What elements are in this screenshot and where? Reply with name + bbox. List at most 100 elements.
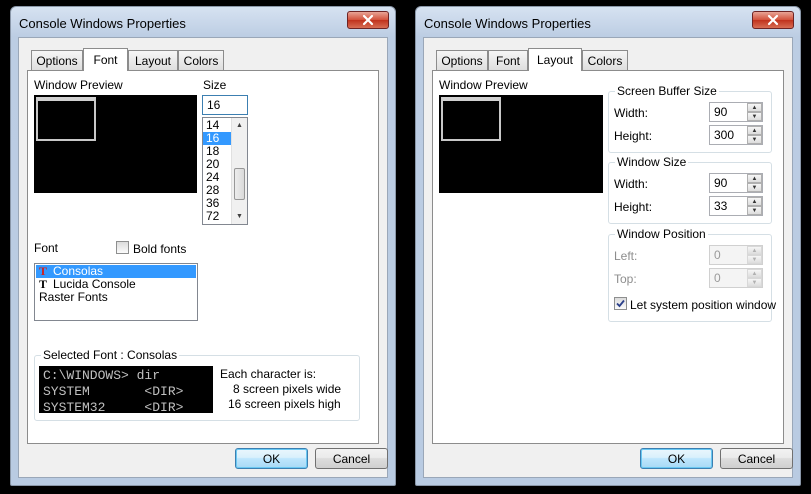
preview-line: SYSTEM32 <DIR> (43, 400, 184, 413)
spinner-value: 0 (714, 248, 721, 262)
close-button[interactable] (752, 11, 794, 29)
selected-font-group: Selected Font : Consolas C:\WINDOWS> dir… (34, 348, 360, 421)
tab-label: Colors (183, 53, 219, 68)
window-size-label: Window Size (615, 155, 689, 169)
cancel-button[interactable]: Cancel (315, 448, 388, 469)
spin-up-icon[interactable]: ▲ (747, 103, 762, 112)
size-input[interactable]: 16 (202, 95, 248, 115)
tab-options[interactable]: Options (31, 50, 83, 70)
buffer-height-label: Height: (614, 129, 653, 143)
close-icon (767, 14, 779, 26)
spin-up-icon[interactable]: ▲ (747, 246, 762, 255)
size-input-value: 16 (207, 98, 221, 112)
tab-font[interactable]: Font (488, 50, 528, 70)
font-preview: C:\WINDOWS> dir SYSTEM <DIR> SYSTEM32 <DIR… (39, 366, 213, 413)
window-size-group: Window Size Width: 90 ▲ ▼ Height: 33 ▲ ▼ (608, 155, 772, 224)
window-preview-thumbnail (36, 97, 96, 141)
spin-up-icon[interactable]: ▲ (747, 197, 762, 206)
font-properties-dialog: Console Windows Properties Options Font … (10, 6, 396, 486)
cancel-button[interactable]: Cancel (720, 448, 793, 469)
size-label: Size (203, 78, 227, 92)
dialog-client: Options Font Layout Colors Window Previe… (423, 37, 793, 478)
position-left-label: Left: (614, 249, 638, 263)
tab-label: Options (441, 53, 483, 68)
size-height-label: Height: (614, 200, 653, 214)
buffer-width-label: Width: (614, 106, 649, 120)
layout-tab-panel: Window Preview Screen Buffer Size Width:… (432, 70, 784, 444)
size-listbox[interactable]: 14 16 18 20 24 28 36 72 ▲ ▼ (202, 117, 248, 225)
spin-down-icon[interactable]: ▼ (747, 112, 762, 121)
tab-layout[interactable]: Layout (528, 48, 582, 71)
spin-up-icon[interactable]: ▲ (747, 174, 762, 183)
bold-fonts-label: Bold fonts (133, 242, 187, 256)
window-title: Console Windows Properties (19, 16, 186, 31)
spin-up-icon[interactable]: ▲ (747, 126, 762, 135)
window-preview (34, 95, 197, 193)
font-listbox[interactable]: T Consolas T Lucida Console Raster Fonts (34, 263, 198, 321)
ok-button[interactable]: OK (235, 448, 308, 469)
title-bar[interactable]: Console Windows Properties (11, 7, 395, 37)
size-scrollbar[interactable]: ▲ ▼ (231, 118, 247, 224)
font-tab-panel: Window Preview Size 16 14 16 18 20 24 28… (27, 70, 379, 444)
position-left-spinner[interactable]: 0 ▲ ▼ (709, 245, 763, 265)
buffer-height-spinner[interactable]: 300 ▲ ▼ (709, 125, 763, 145)
bold-fonts-checkbox[interactable] (116, 241, 129, 254)
let-system-position-checkbox[interactable] (614, 297, 627, 310)
tab-label: Font (495, 53, 520, 68)
spinner-value: 0 (714, 271, 721, 285)
list-item[interactable]: Raster Fonts (36, 291, 196, 304)
tab-font[interactable]: Font (83, 48, 128, 71)
preview-line: SYSTEM <DIR> (43, 384, 184, 399)
close-button[interactable] (347, 11, 389, 29)
buffer-width-spinner[interactable]: 90 ▲ ▼ (709, 102, 763, 122)
cancel-button-label: Cancel (332, 451, 371, 466)
char-height-text: 16 screen pixels high (228, 397, 341, 411)
selected-font-label: Selected Font : Consolas (41, 348, 180, 362)
let-system-position-label: Let system position window (630, 298, 777, 312)
font-label: Font (34, 241, 59, 255)
window-height-spinner[interactable]: 33 ▲ ▼ (709, 196, 763, 216)
spinner-value: 33 (714, 199, 728, 213)
window-title: Console Windows Properties (424, 16, 591, 31)
char-width-text: 8 screen pixels wide (233, 382, 342, 396)
tab-options[interactable]: Options (436, 50, 488, 70)
tab-layout[interactable]: Layout (128, 50, 178, 70)
ok-button-label: OK (262, 451, 281, 466)
layout-properties-dialog: Console Windows Properties Options Font … (415, 6, 801, 486)
window-position-label: Window Position (615, 227, 708, 241)
char-info-title: Each character is: (220, 367, 317, 381)
tab-label: Layout (536, 53, 574, 67)
screen-buffer-group: Screen Buffer Size Width: 90 ▲ ▼ Height: … (608, 84, 772, 153)
spin-down-icon[interactable]: ▼ (747, 135, 762, 144)
position-top-label: Top: (614, 272, 637, 286)
title-bar[interactable]: Console Windows Properties (416, 7, 800, 37)
position-top-spinner[interactable]: 0 ▲ ▼ (709, 268, 763, 288)
size-width-label: Width: (614, 177, 649, 191)
spin-down-icon[interactable]: ▼ (747, 206, 762, 215)
preview-line: C:\WINDOWS> dir (43, 368, 161, 383)
spinner-value: 90 (714, 176, 728, 190)
scroll-down-icon[interactable]: ▼ (232, 209, 247, 224)
tab-colors[interactable]: Colors (582, 50, 628, 70)
cancel-button-label: Cancel (737, 451, 776, 466)
scroll-up-icon[interactable]: ▲ (232, 118, 247, 133)
scroll-thumb[interactable] (234, 168, 245, 200)
close-icon (362, 14, 374, 26)
font-item-label: Lucida Console (53, 277, 136, 291)
font-item-label: Consolas (53, 264, 104, 278)
window-width-spinner[interactable]: 90 ▲ ▼ (709, 173, 763, 193)
spin-down-icon[interactable]: ▼ (747, 255, 762, 264)
tab-label: Layout (134, 53, 172, 68)
spin-down-icon[interactable]: ▼ (747, 278, 762, 287)
tab-label: Font (93, 53, 118, 67)
checkmark-icon (616, 299, 625, 308)
ok-button[interactable]: OK (640, 448, 713, 469)
spin-up-icon[interactable]: ▲ (747, 269, 762, 278)
spinner-value: 300 (714, 128, 735, 142)
tab-colors[interactable]: Colors (178, 50, 224, 70)
window-preview-label: Window Preview (439, 78, 528, 92)
font-item-label: Raster Fonts (39, 290, 108, 304)
spin-down-icon[interactable]: ▼ (747, 183, 762, 192)
window-preview-thumbnail (441, 97, 501, 141)
ok-button-label: OK (667, 451, 686, 466)
